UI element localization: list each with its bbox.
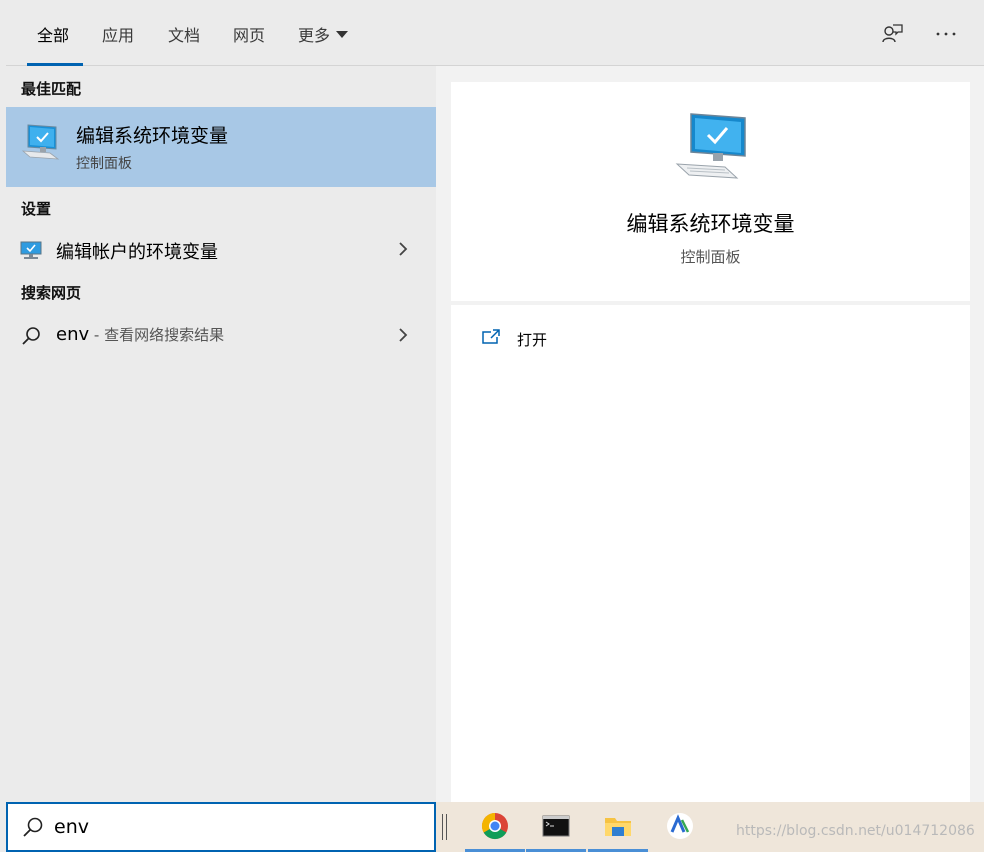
web-search-label: env - 查看网络搜索结果 [56,324,224,345]
search-filter-tabbar: 全部 应用 文档 网页 更多 [6,0,984,66]
best-match-subtitle: 控制面板 [76,156,132,172]
best-match-title: 编辑系统环境变量 [76,125,229,147]
web-search-result-row[interactable]: env - 查看网络搜索结果 [6,316,436,356]
taskbar-file-explorer[interactable] [588,802,648,852]
web-search-query: env [56,324,90,345]
detail-card: 编辑系统环境变量 控制面板 [451,82,970,301]
detail-title: 编辑系统环境变量 [626,212,795,236]
open-action-label: 打开 [517,331,548,349]
app-icon [667,813,693,839]
tab-more[interactable]: 更多 [298,22,349,46]
taskbar-app[interactable] [650,802,710,852]
web-search-suffix: - 查看网络搜索结果 [89,326,225,344]
file-explorer-icon [605,818,631,836]
section-header-best-match: 最佳匹配 [21,80,82,98]
results-pane: 最佳匹配 编辑系统环境变量 控制面板 设置 编辑帐户的环境变量 搜索网页 env… [6,66,436,802]
detail-pane: 编辑系统环境变量 控制面板 打开 [436,66,984,802]
open-action[interactable]: 打开 [479,325,679,355]
tab-apps[interactable]: 应用 [102,22,134,46]
search-box [6,802,436,852]
chevron-down-icon [336,31,349,38]
more-options-icon[interactable] [934,22,958,46]
open-window-icon [481,328,501,346]
action-list: 打开 [451,305,970,802]
section-header-web: 搜索网页 [21,284,82,302]
taskbar-divider [442,814,447,840]
chevron-right-icon[interactable] [396,326,410,344]
taskbar: https://blog.csdn.net/u014712086 [436,802,984,852]
tab-documents[interactable]: 文档 [168,22,200,46]
detail-subtitle: 控制面板 [680,248,741,266]
search-icon [20,326,42,346]
settings-monitor-icon [20,240,42,260]
monitor-check-icon [675,112,749,180]
section-header-settings: 设置 [21,200,52,218]
tab-web[interactable]: 网页 [233,22,265,46]
watermark: https://blog.csdn.net/u014712086 [736,823,975,839]
taskbar-terminal[interactable] [526,802,586,852]
tab-all[interactable]: 全部 [37,22,69,46]
monitor-check-icon [20,123,62,163]
settings-result-row[interactable]: 编辑帐户的环境变量 [6,230,436,270]
best-match-result[interactable]: 编辑系统环境变量 控制面板 [6,107,436,187]
settings-result-label: 编辑帐户的环境变量 [56,242,218,263]
search-icon [22,816,44,838]
chrome-icon [481,812,508,840]
taskbar-chrome[interactable] [465,802,525,852]
tab-more-label: 更多 [298,26,331,45]
search-input[interactable] [54,812,394,842]
feedback-icon[interactable] [880,22,904,46]
terminal-icon [542,815,570,837]
chevron-right-icon[interactable] [396,240,410,258]
